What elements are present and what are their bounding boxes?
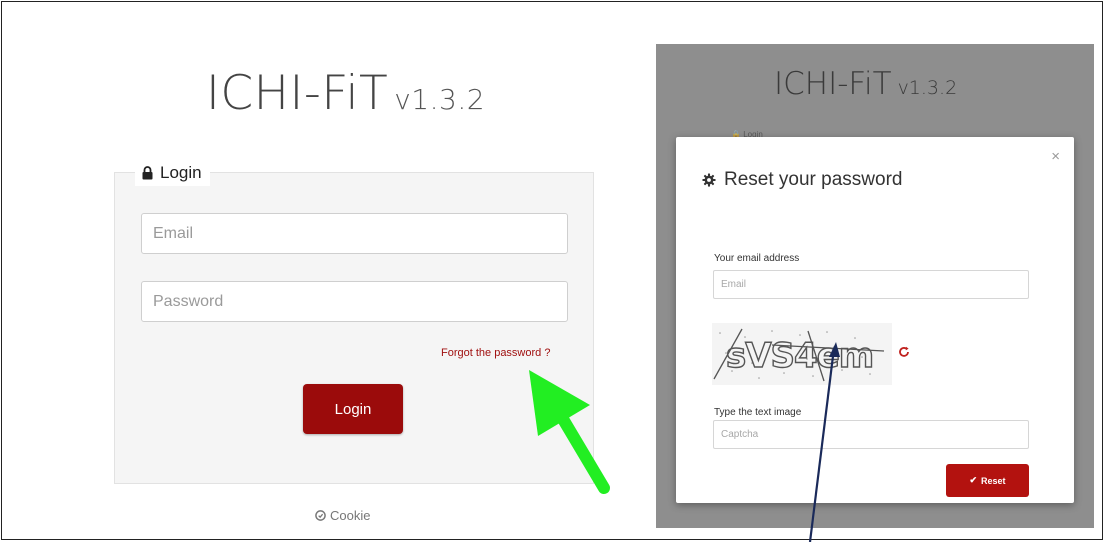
app-name-background: ICHI-FiT (774, 66, 892, 102)
modal-title-label: Reset your password (724, 169, 903, 190)
email-placeholder: Email (153, 224, 194, 242)
cookie-label: Cookie (330, 508, 371, 523)
login-legend: Login (135, 160, 210, 186)
lock-icon (142, 166, 153, 180)
gear-icon (702, 173, 716, 187)
password-placeholder: Password (153, 292, 224, 310)
email-address-label: Your email address (714, 253, 800, 264)
reset-email-input[interactable]: Email (713, 270, 1029, 299)
captcha-placeholder: Captcha (721, 429, 759, 440)
reset-screenshot-panel: ICHI-FiT v1.3.2 🔒 Login × Reset your pass… (656, 44, 1094, 528)
reset-button-label: Reset (981, 475, 1006, 486)
forgot-password-link[interactable]: Forgot the password ? (441, 347, 550, 359)
password-input[interactable]: Password (141, 281, 568, 322)
email-input[interactable]: Email (141, 213, 568, 254)
cookie-link[interactable]: Cookie (315, 508, 370, 523)
app-version: v1.3.2 (394, 83, 486, 116)
modal-title: Reset your password (702, 169, 902, 191)
login-button[interactable]: Login (303, 384, 403, 434)
reset-button[interactable]: ✔ Reset (946, 464, 1029, 497)
reset-email-placeholder: Email (721, 279, 747, 290)
close-icon[interactable]: × (1051, 148, 1060, 165)
login-legend-label: Login (160, 163, 202, 182)
app-version-background: v1.3.2 (897, 77, 958, 99)
app-title: ICHI-FiT v1.3.2 (206, 66, 485, 121)
captcha-input[interactable]: Captcha (713, 420, 1029, 449)
app-name: ICHI-FiT (206, 66, 389, 121)
refresh-icon[interactable] (898, 346, 910, 358)
login-button-label: Login (334, 400, 372, 418)
captcha-text: sVS4em (726, 336, 873, 376)
cookie-icon (315, 510, 326, 521)
captcha-image: sVS4em (712, 323, 892, 385)
app-title-background: ICHI-FiT v1.3.2 (774, 66, 957, 102)
login-panel: Login Email Password Forgot the password… (114, 160, 594, 484)
captcha-label: Type the text image (714, 407, 802, 418)
reset-password-modal: × Reset your password Your email address… (676, 137, 1074, 503)
check-icon: ✔ (969, 475, 978, 485)
